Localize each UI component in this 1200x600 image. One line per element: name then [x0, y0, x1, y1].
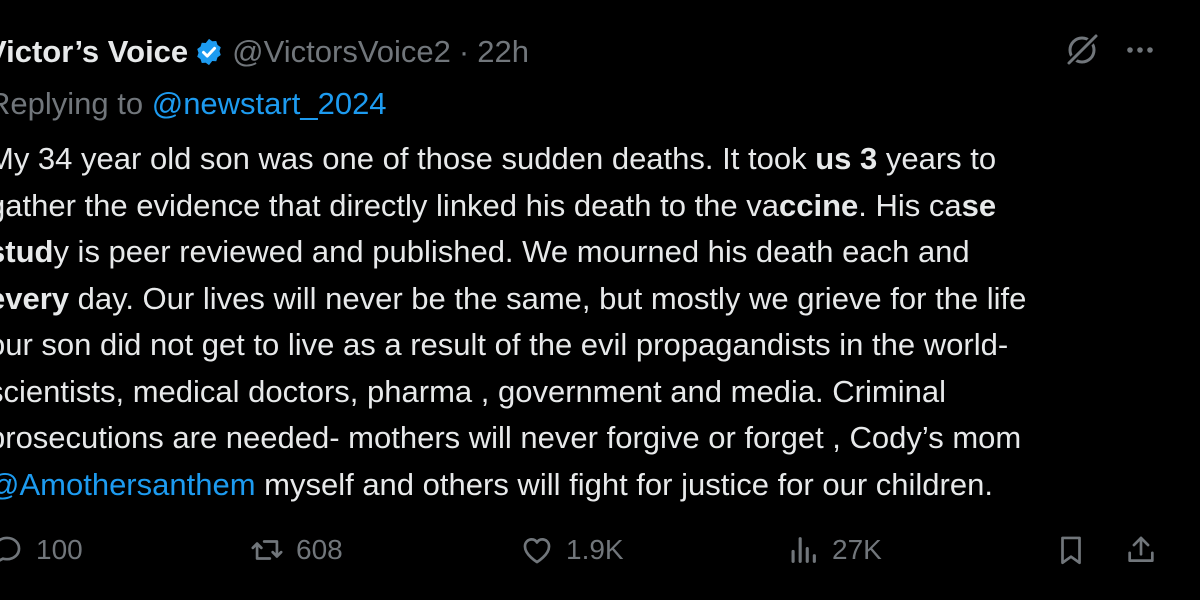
- separator-dot: ·: [458, 34, 470, 69]
- tweet-text: My 34 year old son was one of those sudd…: [0, 136, 1178, 508]
- replying-to-label: Replying to: [0, 86, 152, 121]
- share-button[interactable]: [1124, 526, 1158, 574]
- action-bar: 100 608 1.9K 27K: [0, 526, 1200, 574]
- text-segment: myself and others will fight for justice…: [255, 466, 993, 502]
- tweet-header: Victor’s Voice @VictorsVoice2 · 22h: [0, 26, 529, 78]
- more-options-icon[interactable]: [1122, 34, 1158, 66]
- verified-badge-icon[interactable]: [194, 37, 224, 67]
- text-segment: day. Our lives will never be the same, b…: [69, 280, 1027, 316]
- tweet: Victor’s Voice @VictorsVoice2 · 22h Repl…: [0, 0, 1200, 600]
- replying-to: Replying to @newstart_2024: [0, 86, 387, 122]
- views-button[interactable]: 27K: [786, 526, 882, 574]
- body-mention-link[interactable]: @Amothersanthem: [0, 467, 256, 502]
- tweet-text-line: scientists, medical doctors, pharma , go…: [0, 373, 946, 409]
- tweet-text-line: gather the evidence that directly linked…: [0, 183, 1178, 230]
- repost-icon: [251, 540, 283, 560]
- text-segment: . His ca: [858, 187, 962, 223]
- display-name[interactable]: Victor’s Voice: [0, 34, 188, 70]
- text-segment: y is peer reviewed and published. We mou…: [53, 234, 970, 269]
- bold-segment: ccine: [779, 187, 859, 223]
- repost-button[interactable]: 608: [250, 526, 343, 574]
- reply-mention-link[interactable]: @newstart_2024: [152, 86, 387, 121]
- like-button[interactable]: 1.9K: [520, 526, 624, 574]
- bookmark-icon: [1061, 536, 1081, 565]
- text-segment: My 34 year old son was one of those sudd…: [0, 141, 816, 176]
- handle[interactable]: @VictorsVoice2: [232, 34, 451, 70]
- like-icon: [523, 538, 551, 564]
- bold-segment: se: [961, 187, 997, 223]
- bold-segment: us 3: [815, 141, 878, 176]
- tweet-text-line: @Amothersanthem myself and others will f…: [0, 462, 1178, 509]
- reply-count: 100: [36, 534, 83, 565]
- reply-icon: [0, 536, 21, 562]
- tweet-text-line: study is peer reviewed and published. We…: [0, 229, 1178, 276]
- view-count: 27K: [832, 534, 882, 565]
- like-count: 1.9K: [566, 534, 624, 565]
- tweet-text-line: our son did not get to live as a result …: [0, 327, 1009, 362]
- timestamp[interactable]: 22h: [477, 34, 529, 70]
- tweet-text-line: prosecutions are needed- mothers will ne…: [0, 420, 1022, 455]
- text-segment: years to: [877, 141, 997, 176]
- views-icon: [791, 537, 816, 563]
- tweet-text-line: every day. Our lives will never be the s…: [0, 276, 1178, 323]
- repost-count: 608: [296, 534, 343, 565]
- tweet-text-line: My 34 year old son was one of those sudd…: [0, 136, 1178, 183]
- text-segment: gather the evidence that directly linked…: [0, 187, 779, 223]
- bold-segment: every: [0, 280, 70, 316]
- bold-segment: stud: [0, 234, 54, 269]
- reply-button[interactable]: 100: [0, 526, 83, 574]
- grok-icon[interactable]: [1062, 30, 1102, 70]
- share-icon: [1128, 536, 1154, 562]
- bookmark-button[interactable]: [1054, 526, 1088, 574]
